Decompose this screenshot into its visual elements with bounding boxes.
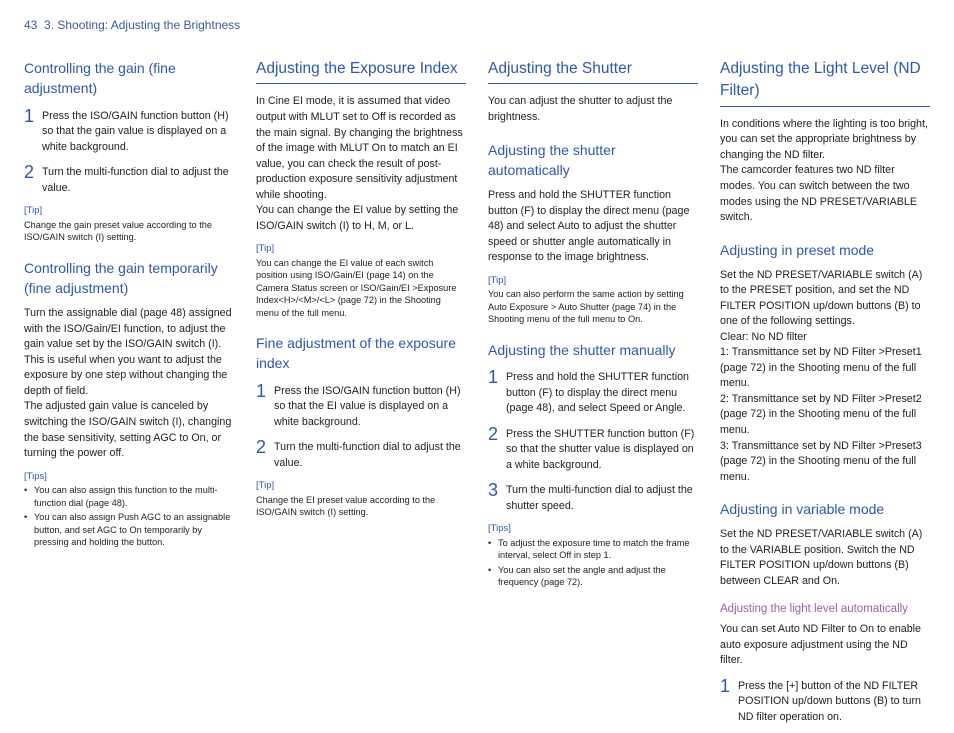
step-text: Press the SHUTTER function button (F) so… — [506, 425, 698, 474]
step-number: 2 — [24, 163, 42, 181]
step-text: Press the ISO/GAIN function button (H) s… — [42, 107, 234, 156]
column-2: Adjusting the Exposure Index In Cine EI … — [256, 58, 466, 733]
heading-nd-filter: Adjusting the Light Level (ND Filter) — [720, 58, 930, 107]
tip-label: [Tip] — [256, 242, 466, 256]
heading-ei-fine: Fine adjustment of the exposure index — [256, 333, 466, 374]
step-number: 2 — [256, 438, 274, 456]
tip-text: Change the gain preset value according t… — [24, 219, 234, 244]
body-text: In conditions where the lighting is too … — [720, 117, 930, 226]
tip-item: To adjust the exposure time to match the… — [488, 537, 698, 562]
body-text: You can adjust the shutter to adjust the… — [488, 94, 698, 125]
tip-item: You can also assign Push AGC to an assig… — [24, 511, 234, 548]
column-4: Adjusting the Light Level (ND Filter) In… — [720, 58, 930, 733]
step-text: Turn the multi-function dial to adjust t… — [506, 481, 698, 514]
heading-gain-temp: Controlling the gain temporarily (fine a… — [24, 258, 234, 299]
breadcrumb: 3. Shooting: Adjusting the Brightness — [44, 18, 240, 32]
manual-page: 43 3. Shooting: Adjusting the Brightness… — [0, 0, 954, 675]
tip-label: [Tip] — [256, 479, 466, 493]
body-text: Press and hold the SHUTTER function butt… — [488, 188, 698, 266]
tip-item: You can also set the angle and adjust th… — [488, 564, 698, 589]
heading-nd-variable: Adjusting in variable mode — [720, 499, 930, 519]
step-number: 3 — [488, 481, 506, 499]
step-number: 1 — [488, 368, 506, 386]
heading-shutter: Adjusting the Shutter — [488, 58, 698, 84]
step-text: Press and hold the SHUTTER function butt… — [506, 368, 698, 417]
step-text: Turn the multi-function dial to adjust t… — [274, 438, 466, 471]
step-text: Press the ISO/GAIN function button (H) s… — [274, 382, 466, 431]
tip-item: You can also assign this function to the… — [24, 484, 234, 509]
heading-nd-auto: Adjusting the light level automatically — [720, 601, 930, 618]
body-text: Turn the assignable dial (page 48) assig… — [24, 306, 234, 461]
body-text: In Cine EI mode, it is assumed that vide… — [256, 94, 466, 234]
tips-label: [Tips] — [488, 522, 698, 536]
tip-label: [Tip] — [488, 274, 698, 288]
page-header: 43 3. Shooting: Adjusting the Brightness — [24, 18, 930, 32]
step-text: Turn the multi-function dial to adjust t… — [42, 163, 234, 196]
step-text: Press the [+] button of the ND FILTER PO… — [738, 677, 930, 726]
step-number: 2 — [488, 425, 506, 443]
steps-shutter-manual: 1Press and hold the SHUTTER function but… — [488, 368, 698, 514]
heading-gain-fine: Controlling the gain (fine adjustment) — [24, 58, 234, 99]
step-number: 1 — [256, 382, 274, 400]
heading-exposure-index: Adjusting the Exposure Index — [256, 58, 466, 84]
body-text: Set the ND PRESET/VARIABLE switch (A) to… — [720, 268, 930, 485]
step-number: 1 — [24, 107, 42, 125]
tips-label: [Tips] — [24, 470, 234, 484]
steps-nd-auto: 1Press the [+] button of the ND FILTER P… — [720, 677, 930, 726]
column-1: Controlling the gain (fine adjustment) 1… — [24, 58, 234, 733]
tips-list: You can also assign this function to the… — [24, 484, 234, 548]
step-number: 1 — [720, 677, 738, 695]
columns: Controlling the gain (fine adjustment) 1… — [24, 58, 930, 733]
heading-shutter-auto: Adjusting the shutter automatically — [488, 140, 698, 181]
body-text: You can set Auto ND Filter to On to enab… — [720, 622, 930, 669]
heading-shutter-manual: Adjusting the shutter manually — [488, 340, 698, 360]
page-number: 43 — [24, 18, 37, 32]
tip-text: You can also perform the same action by … — [488, 288, 698, 325]
steps-ei-fine: 1Press the ISO/GAIN function button (H) … — [256, 382, 466, 472]
heading-nd-preset: Adjusting in preset mode — [720, 240, 930, 260]
tip-text: You can change the EI value of each swit… — [256, 257, 466, 319]
body-text: Set the ND PRESET/VARIABLE switch (A) to… — [720, 527, 930, 589]
steps-gain-fine: 1Press the ISO/GAIN function button (H) … — [24, 107, 234, 197]
tip-label: [Tip] — [24, 204, 234, 218]
tips-list: To adjust the exposure time to match the… — [488, 537, 698, 589]
column-3: Adjusting the Shutter You can adjust the… — [488, 58, 698, 733]
tip-text: Change the EI preset value according to … — [256, 494, 466, 519]
